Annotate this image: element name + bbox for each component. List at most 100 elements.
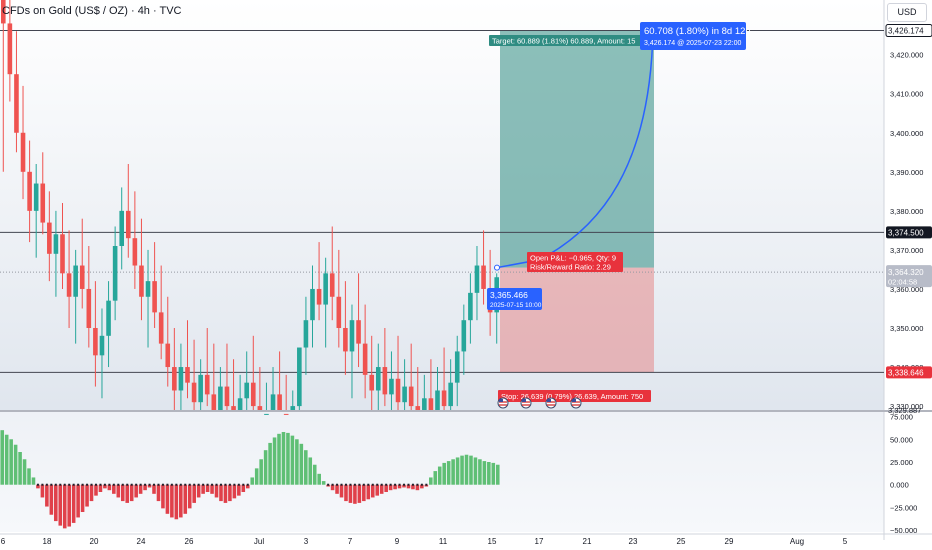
time-tick-label: 17 <box>535 537 544 546</box>
time-tick-label: 5 <box>843 537 848 546</box>
trading-chart[interactable]: Target: 60.889 (1.81%) 60.889, Amount: 1… <box>0 0 932 550</box>
oscillator-bar <box>295 439 299 485</box>
oscillator-bar <box>308 457 313 485</box>
oscillator-bar <box>125 484 130 503</box>
candle-body <box>112 246 118 301</box>
oscillator-bar <box>241 484 246 492</box>
oscillator-zero-dot <box>148 483 151 486</box>
candle-body <box>481 265 486 289</box>
candle-body <box>264 413 269 415</box>
oscillator-bar <box>272 437 277 485</box>
candle-body <box>448 382 453 407</box>
oscillator-zero-dot <box>54 483 57 486</box>
currency-button[interactable]: USD <box>887 3 927 22</box>
oscillator-bar <box>228 484 232 502</box>
oscillator-bar <box>232 484 237 499</box>
oscillator-zero-dot <box>371 483 374 486</box>
oscillator-bar <box>54 484 58 522</box>
candle-body <box>99 335 105 356</box>
oscillator-bar <box>187 484 192 509</box>
entry-tag-line2: 2025-07-15 10:00 <box>490 302 542 309</box>
oscillator-zero-dot <box>108 483 111 486</box>
oscillator-bar <box>455 457 460 485</box>
candle-body <box>290 406 296 410</box>
target-label: Target: 60.889 (1.81%) 60.889, Amount: 1… <box>492 37 635 46</box>
candle <box>297 347 302 410</box>
oscillator-zero-dot <box>86 483 89 486</box>
oscillator-zero-dot <box>188 483 191 486</box>
candle-body <box>244 382 250 399</box>
candle-body <box>303 320 309 348</box>
oscillator-bar <box>379 484 384 494</box>
entry-tag-line1: 3,365.466 <box>490 290 528 300</box>
time-tick-label: 21 <box>583 537 592 546</box>
time-tick-label: 25 <box>677 537 686 546</box>
oscillator-bar <box>304 450 308 485</box>
us-flag-icon <box>497 397 509 409</box>
oscillator-bar <box>67 484 71 527</box>
oscillator-bar <box>98 484 103 492</box>
last-price-tag: 3,364.320 <box>888 268 924 277</box>
oscillator-zero-dot <box>166 483 169 486</box>
oscillator-bar <box>268 442 272 485</box>
oscillator-zero-dot <box>353 483 356 486</box>
candle-body <box>336 296 342 328</box>
oscillator-bar <box>277 433 281 485</box>
oscillator-zero-dot <box>380 483 383 486</box>
oscillator-bar <box>384 484 388 492</box>
countdown-tag: 02:04:58 <box>888 278 917 287</box>
candle-body <box>343 328 348 352</box>
candle-body <box>270 394 276 410</box>
oscillator-bar <box>13 444 18 485</box>
oscillator-zero-dot <box>90 483 93 486</box>
candle-body <box>20 132 26 172</box>
oscillator-bar <box>31 477 36 485</box>
candle-body <box>60 234 65 274</box>
oscillator-bar <box>281 432 286 485</box>
oscillator-bar <box>299 443 304 485</box>
oscillator-zero-dot <box>179 483 182 486</box>
candle-body <box>237 398 243 410</box>
oscillator-zero-dot <box>376 483 379 486</box>
oscillator-zero-dot <box>36 483 39 486</box>
candle-body <box>47 222 52 254</box>
oscillator-zero-dot <box>77 483 80 486</box>
oscillator-bar <box>433 471 438 485</box>
candle-body <box>382 367 388 395</box>
oscillator-bar <box>478 459 482 485</box>
oscillator-zero-dot <box>41 483 44 486</box>
price-tick-label: 3,380.000 <box>890 207 923 216</box>
oscillator-bar <box>290 435 295 485</box>
oscillator-bar <box>335 484 339 494</box>
price-tick-label: 3,400.000 <box>890 129 923 138</box>
candle-body <box>231 406 236 410</box>
candle-body <box>198 374 203 403</box>
candle-body <box>408 386 414 407</box>
oscillator-zero-dot <box>416 483 419 486</box>
oscillator-bar <box>429 477 433 485</box>
oscillator-zero-dot <box>362 483 365 486</box>
time-tick-label: 15 <box>488 537 497 546</box>
oscillator-zero-dot <box>50 483 53 486</box>
oscillator-zero-dot <box>367 483 370 486</box>
candle-body <box>468 292 473 321</box>
oscillator-zero-dot <box>411 483 414 486</box>
oscillator-zero-dot <box>211 483 214 486</box>
oscillator-zero-dot <box>130 483 133 486</box>
oscillator-zero-dot <box>344 483 347 486</box>
candle-body <box>389 378 394 395</box>
oscillator-bar <box>196 484 201 498</box>
oscillator-bar <box>80 484 85 512</box>
support-tag: 3,338.646 <box>888 368 924 377</box>
oscillator-bar <box>375 484 380 496</box>
oscillator-bar <box>192 484 196 503</box>
time-tick-label: 6 <box>1 537 6 546</box>
price-tick-label: 3,370.000 <box>890 246 923 255</box>
oscillator-zero-dot <box>112 483 115 486</box>
candle-body <box>474 265 480 293</box>
candle-body <box>316 288 322 305</box>
candle-body <box>349 320 355 352</box>
candle-body <box>435 390 440 410</box>
candle-body <box>106 300 111 336</box>
candle-body <box>211 394 217 410</box>
